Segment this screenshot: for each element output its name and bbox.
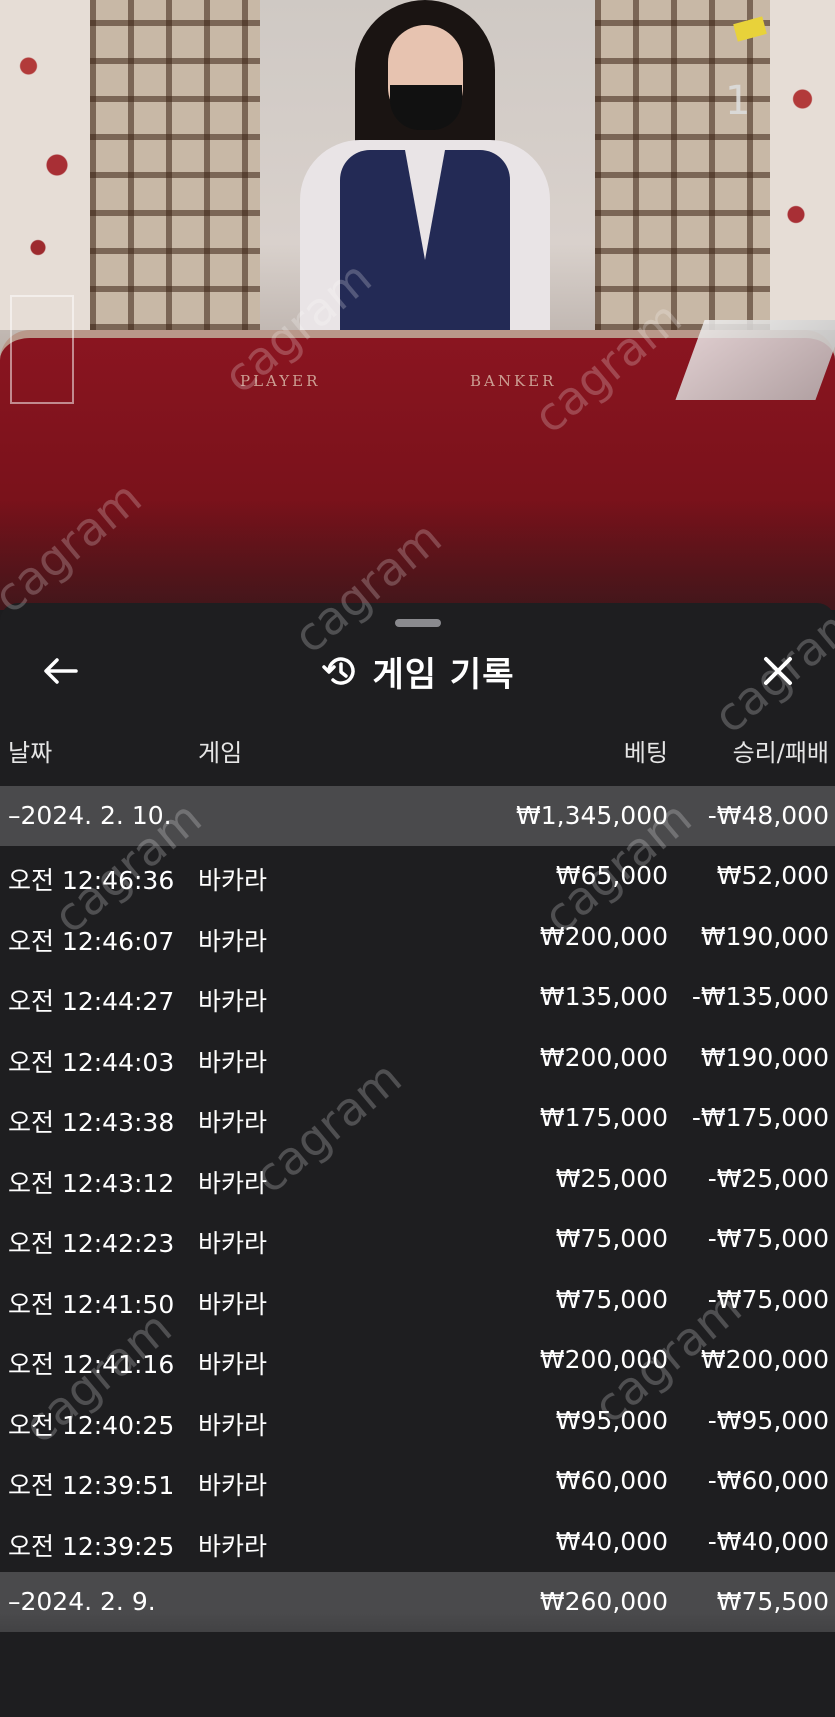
sheet-drag-handle[interactable] xyxy=(395,619,441,627)
history-row[interactable]: 오전 12:46:07 바카라 ₩200,000 ₩190,000 xyxy=(0,907,835,968)
group-bet-total: ₩260,000 xyxy=(539,1587,668,1616)
column-header-game: 게임 xyxy=(198,739,243,767)
row-result: -₩60,000 xyxy=(707,1466,829,1495)
row-bet: ₩135,000 xyxy=(539,982,668,1011)
row-time: 오전 12:41:50 xyxy=(8,1289,175,1319)
row-time: 오전 12:42:23 xyxy=(8,1229,175,1258)
date-group-header[interactable]: –2024. 2. 10. ₩1,345,000 -₩48,000 xyxy=(0,786,835,846)
history-row[interactable]: 오전 12:41:50 바카라 ₩75,000 -₩75,000 xyxy=(0,1270,835,1331)
row-result: ₩190,000 xyxy=(700,1042,829,1072)
blossom-wallpaper-right xyxy=(770,0,835,330)
row-game: 바카라 xyxy=(198,1229,268,1258)
row-time: 오전 12:46:36 xyxy=(8,866,175,895)
history-row[interactable]: 오전 12:39:25 바카라 ₩40,000 -₩40,000 xyxy=(0,1512,835,1573)
history-row[interactable]: 오전 12:40:25 바카라 ₩95,000 -₩95,000 xyxy=(0,1391,835,1452)
sheet-title-group: 게임 기록 xyxy=(0,649,835,695)
row-game: 바카라 xyxy=(198,1289,268,1319)
lattice-screen-left xyxy=(90,0,260,330)
row-bet: ₩60,000 xyxy=(555,1466,668,1495)
row-result: ₩190,000 xyxy=(700,921,829,951)
blossom-wallpaper-left xyxy=(0,0,95,330)
row-game: 바카라 xyxy=(198,1047,268,1077)
row-bet: ₩75,000 xyxy=(555,1224,668,1253)
group-result-total: ₩75,500 xyxy=(716,1587,829,1616)
group-date: –2024. 2. 9. xyxy=(8,1587,156,1616)
row-time: 오전 12:44:27 xyxy=(8,987,175,1016)
row-result: -₩135,000 xyxy=(691,982,829,1011)
table-label-banker: BANKER xyxy=(470,372,557,390)
group-bet-total: ₩1,345,000 xyxy=(516,801,668,830)
history-icon xyxy=(321,657,355,685)
row-result: -₩25,000 xyxy=(707,1163,829,1193)
column-header-row: 날짜 게임 베팅 승리/패배 xyxy=(0,723,835,773)
history-list: –2024. 2. 10. ₩1,345,000 -₩48,000 오전 12:… xyxy=(0,786,835,1632)
history-row[interactable]: 오전 12:43:12 바카라 ₩25,000 -₩25,000 xyxy=(0,1149,835,1210)
card-holder xyxy=(10,295,74,404)
row-result: ₩200,000 xyxy=(700,1345,829,1374)
close-icon xyxy=(764,657,792,685)
column-header-bet: 베팅 xyxy=(623,739,668,767)
sheet-header: 게임 기록 xyxy=(0,633,835,713)
row-result: -₩75,000 xyxy=(707,1284,829,1314)
row-bet: ₩25,000 xyxy=(555,1163,668,1193)
date-group-header[interactable]: –2024. 2. 9. ₩260,000 ₩75,500 xyxy=(0,1572,835,1632)
row-bet: ₩65,000 xyxy=(555,861,668,890)
row-time: 오전 12:44:03 xyxy=(8,1047,175,1077)
row-time: 오전 12:40:25 xyxy=(8,1410,175,1440)
group-date: –2024. 2. 10. xyxy=(8,801,172,830)
row-result: -₩40,000 xyxy=(707,1526,829,1556)
history-row[interactable]: 오전 12:44:03 바카라 ₩200,000 ₩190,000 xyxy=(0,1028,835,1089)
row-game: 바카라 xyxy=(198,1108,268,1137)
group-result-total: -₩48,000 xyxy=(707,801,829,830)
row-bet: ₩95,000 xyxy=(555,1405,668,1435)
sheet-title: 게임 기록 xyxy=(372,654,515,695)
row-game: 바카라 xyxy=(198,987,268,1016)
column-header-result: 승리/패배 xyxy=(732,739,829,767)
row-result: -₩175,000 xyxy=(691,1103,829,1132)
row-game: 바카라 xyxy=(198,926,268,956)
row-time: 오전 12:43:12 xyxy=(8,1168,175,1198)
history-row[interactable]: 오전 12:42:23 바카라 ₩75,000 -₩75,000 xyxy=(0,1209,835,1270)
row-game: 바카라 xyxy=(198,1350,268,1379)
dealer xyxy=(300,0,550,350)
row-result: -₩95,000 xyxy=(707,1405,829,1435)
column-header-date: 날짜 xyxy=(8,739,53,767)
history-row[interactable]: 오전 12:46:36 바카라 ₩65,000 ₩52,000 xyxy=(0,846,835,907)
history-row[interactable]: 오전 12:44:27 바카라 ₩135,000 -₩135,000 xyxy=(0,967,835,1028)
row-game: 바카라 xyxy=(198,866,268,895)
history-row[interactable]: 오전 12:43:38 바카라 ₩175,000 -₩175,000 xyxy=(0,1088,835,1149)
row-time: 오전 12:43:38 xyxy=(8,1108,175,1137)
table-label-player: PLAYER xyxy=(240,372,321,390)
row-bet: ₩40,000 xyxy=(555,1526,668,1556)
row-bet: ₩200,000 xyxy=(539,1345,668,1374)
game-history-sheet: 게임 기록 날짜 게임 베팅 승리/패배 –2024. 2. 10. ₩1,34… xyxy=(0,603,835,1717)
row-result: -₩75,000 xyxy=(707,1224,829,1253)
card-shoe xyxy=(675,320,835,400)
close-button[interactable] xyxy=(756,649,800,693)
lattice-screen-right xyxy=(595,0,770,330)
row-bet: ₩200,000 xyxy=(539,921,668,951)
row-bet: ₩200,000 xyxy=(539,1042,668,1072)
history-row[interactable]: 오전 12:41:16 바카라 ₩200,000 ₩200,000 xyxy=(0,1330,835,1391)
row-game: 바카라 xyxy=(198,1168,268,1198)
history-row[interactable]: 오전 12:39:51 바카라 ₩60,000 -₩60,000 xyxy=(0,1451,835,1512)
row-time: 오전 12:39:51 xyxy=(8,1471,175,1500)
row-game: 바카라 xyxy=(198,1410,268,1440)
row-bet: ₩75,000 xyxy=(555,1284,668,1314)
row-game: 바카라 xyxy=(198,1471,268,1500)
video-counter: 1 xyxy=(725,78,751,124)
row-time: 오전 12:41:16 xyxy=(8,1350,175,1379)
row-time: 오전 12:39:25 xyxy=(8,1531,175,1561)
row-time: 오전 12:46:07 xyxy=(8,926,175,956)
row-game: 바카라 xyxy=(198,1531,268,1561)
row-bet: ₩175,000 xyxy=(539,1103,668,1132)
live-dealer-video: PLAYER BANKER 1 xyxy=(0,0,835,610)
row-result: ₩52,000 xyxy=(716,861,829,890)
